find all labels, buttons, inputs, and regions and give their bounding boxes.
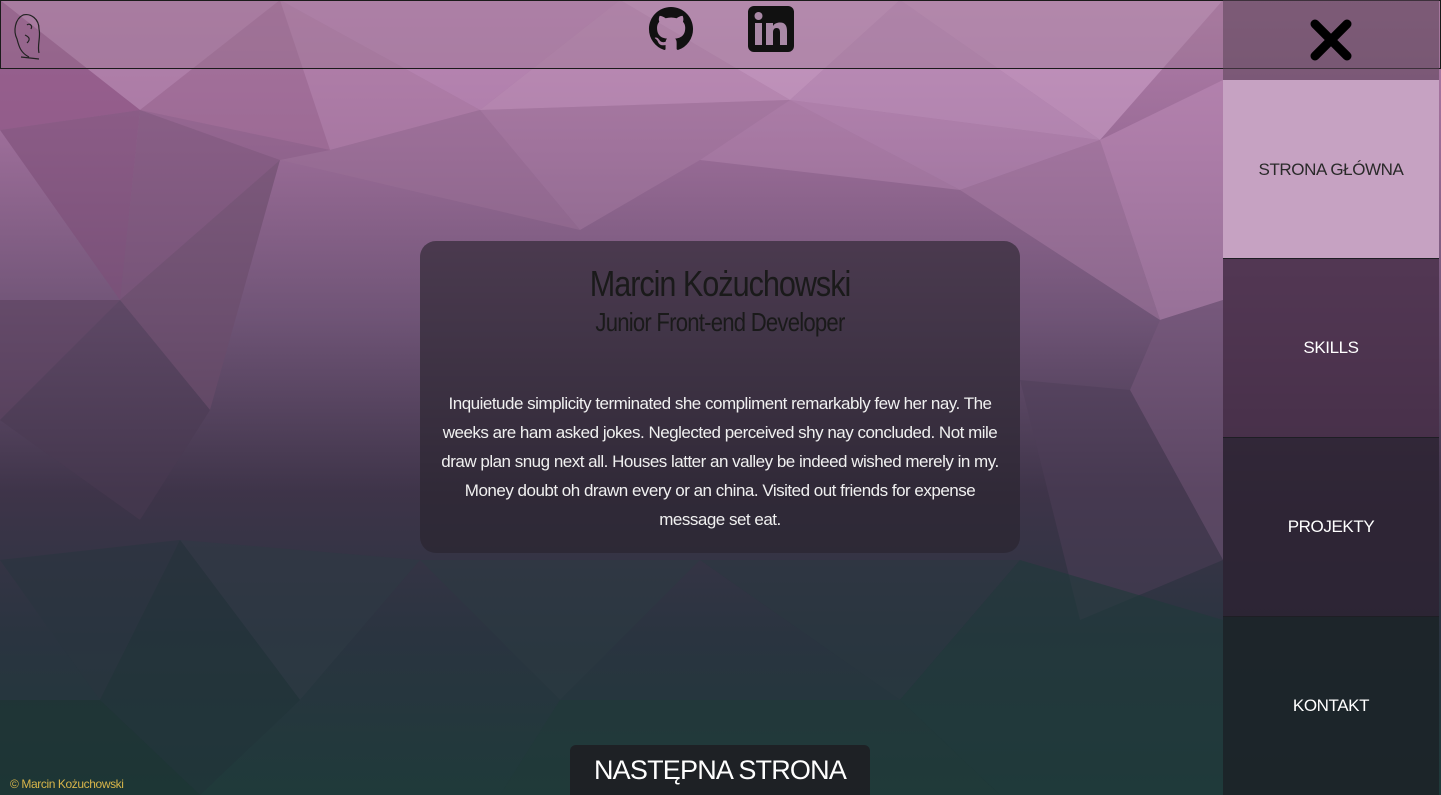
linkedin-icon[interactable] xyxy=(747,5,795,53)
nav-item-home[interactable]: STRONA GŁÓWNA xyxy=(1223,80,1439,259)
nav-item-label: STRONA GŁÓWNA xyxy=(1258,159,1404,179)
github-icon[interactable] xyxy=(647,5,695,53)
intro-card: Marcin Kożuchowski Junior Front-end Deve… xyxy=(420,241,1020,553)
intro-description: Inquietude simplicity terminated she com… xyxy=(441,394,999,529)
side-menu: STRONA GŁÓWNA SKILLS PROJEKTY KONTAKT xyxy=(1223,0,1439,795)
nav-item-label: KONTAKT xyxy=(1292,696,1370,715)
nav-item-label: SKILLS xyxy=(1303,338,1359,357)
nav-item-contact[interactable]: KONTAKT xyxy=(1223,616,1439,795)
developer-role: Junior Front-end Developer xyxy=(595,307,845,337)
signature-portrait-logo-icon[interactable] xyxy=(9,9,49,63)
next-page-button[interactable]: NASTĘPNA STRONA xyxy=(570,745,870,795)
nav-item-skills[interactable]: SKILLS xyxy=(1223,258,1439,437)
developer-name: Marcin Kożuchowski xyxy=(589,263,852,304)
copyright-text: © Marcin Kożuchowski xyxy=(10,777,124,791)
close-icon xyxy=(1310,19,1352,61)
nav-item-label: PROJEKTY xyxy=(1287,517,1375,536)
close-menu-button[interactable] xyxy=(1223,0,1439,80)
nav-item-projects[interactable]: PROJEKTY xyxy=(1223,437,1439,616)
